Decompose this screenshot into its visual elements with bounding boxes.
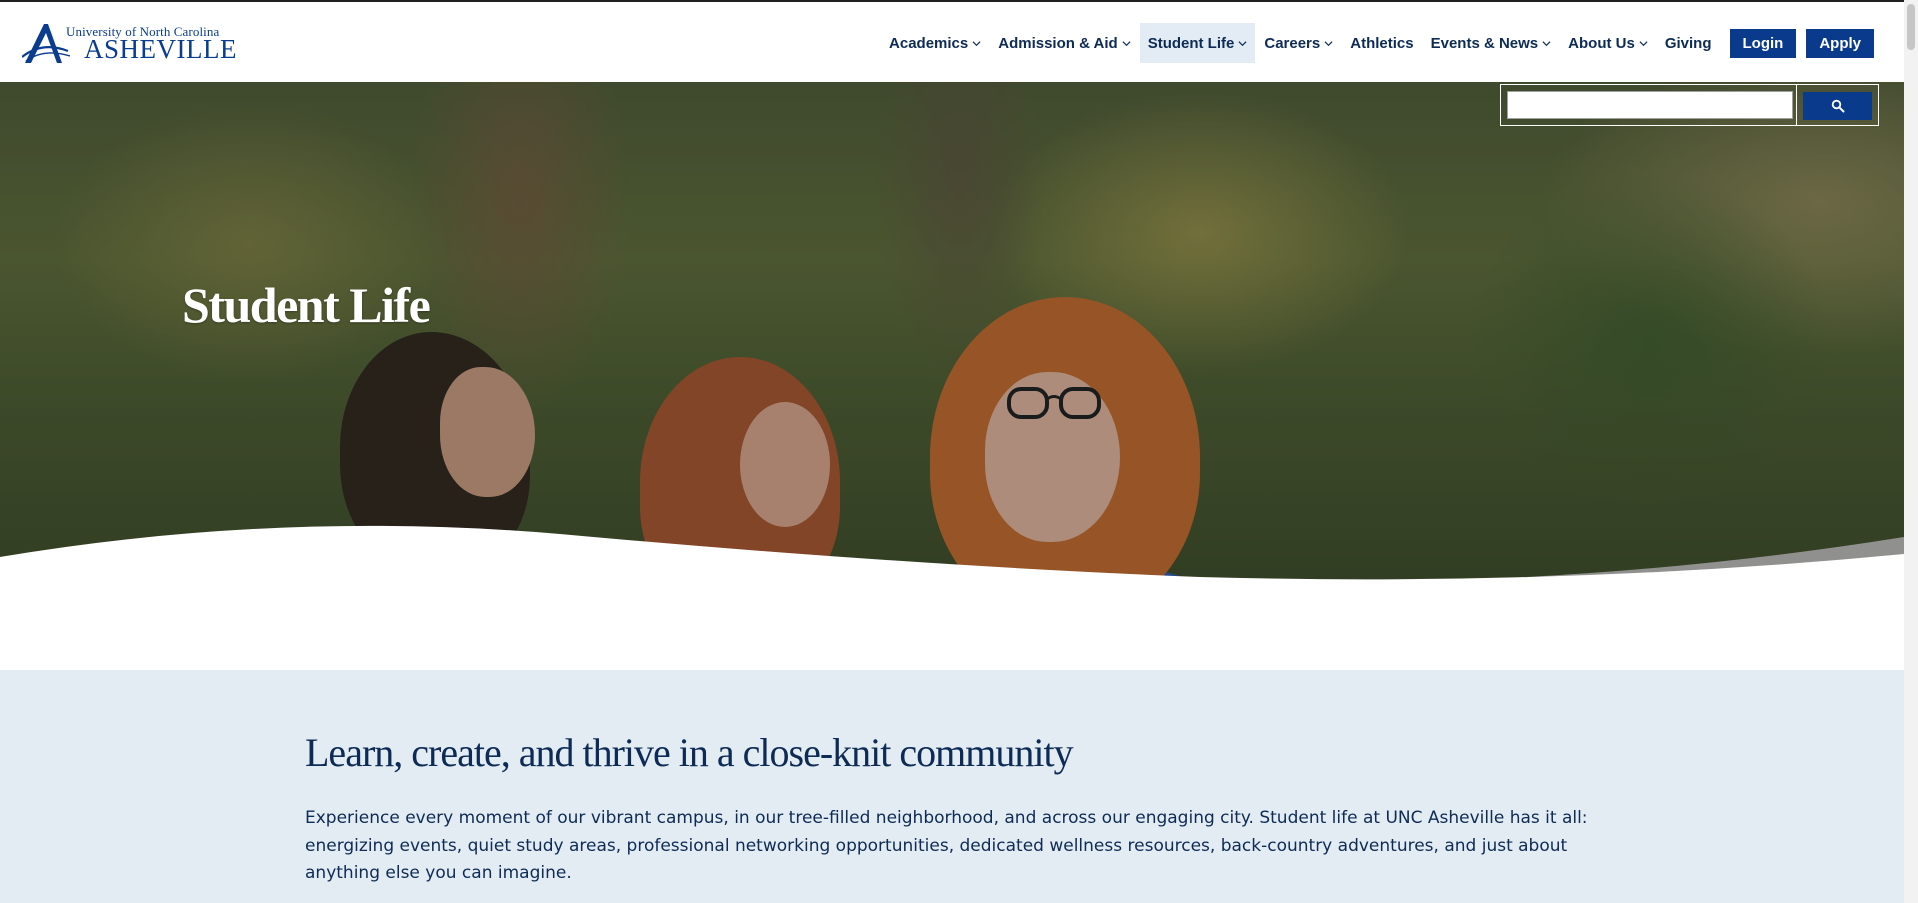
- chevron-down-icon: [1324, 40, 1333, 46]
- apply-button[interactable]: Apply: [1806, 28, 1874, 58]
- nav-item-label: Giving: [1664, 34, 1712, 52]
- nav-item-label: Athletics: [1350, 34, 1414, 52]
- unca-logo-icon: [22, 24, 70, 63]
- page-title: Student Life: [182, 277, 431, 333]
- nav-item-athletics[interactable]: Athletics: [1342, 23, 1421, 63]
- intro-paragraph: Experience every moment of our vibrant c…: [305, 808, 1588, 883]
- nav-item-student-life[interactable]: Student Life: [1139, 23, 1256, 63]
- site-header: University of North Carolina ASHEVILLE A…: [0, 2, 1904, 82]
- nav-item-academics[interactable]: Academics: [881, 23, 989, 63]
- login-button[interactable]: Login: [1729, 28, 1797, 58]
- scrollbar-thumb[interactable]: [1907, 4, 1915, 50]
- nav-item-careers[interactable]: Careers: [1256, 23, 1341, 63]
- nav-item-label: Student Life: [1147, 34, 1235, 52]
- vertical-scrollbar[interactable]: [1904, 0, 1918, 903]
- search-icon: [1831, 99, 1844, 113]
- nav-item-events-news[interactable]: Events & News: [1423, 23, 1560, 63]
- intro-heading: Learn, create, and thrive in a close-kni…: [305, 730, 1074, 775]
- site-logo[interactable]: University of North Carolina ASHEVILLE: [22, 21, 236, 65]
- chevron-down-icon: [1238, 40, 1247, 46]
- hero-banner: Student Life: [0, 82, 1904, 587]
- intro-section: Learn, create, and thrive in a close-kni…: [0, 670, 1904, 903]
- search-divider: [1796, 85, 1797, 125]
- nav-item-label: Events & News: [1430, 34, 1539, 52]
- search-button[interactable]: [1803, 92, 1872, 120]
- search-input[interactable]: [1507, 91, 1793, 119]
- nav-item-about-us[interactable]: About Us: [1560, 23, 1656, 63]
- hero-wave-divider: [0, 525, 1904, 587]
- site-search: [1500, 84, 1879, 126]
- nav-item-label: Admission & Aid: [998, 34, 1118, 52]
- chevron-down-icon: [972, 40, 981, 46]
- chevron-down-icon: [1542, 40, 1551, 46]
- chevron-down-icon: [1122, 40, 1131, 46]
- chevron-down-icon: [1639, 40, 1648, 46]
- logo-asheville-text: ASHEVILLE: [84, 34, 237, 64]
- nav-item-label: Careers: [1264, 34, 1321, 52]
- main-nav: Academics Admission & Aid Student Life C…: [880, 22, 1874, 64]
- nav-item-label: About Us: [1568, 34, 1635, 52]
- nav-item-label: Academics: [889, 34, 969, 52]
- nav-item-giving[interactable]: Giving: [1657, 23, 1720, 63]
- nav-item-admission-aid[interactable]: Admission & Aid: [990, 23, 1138, 63]
